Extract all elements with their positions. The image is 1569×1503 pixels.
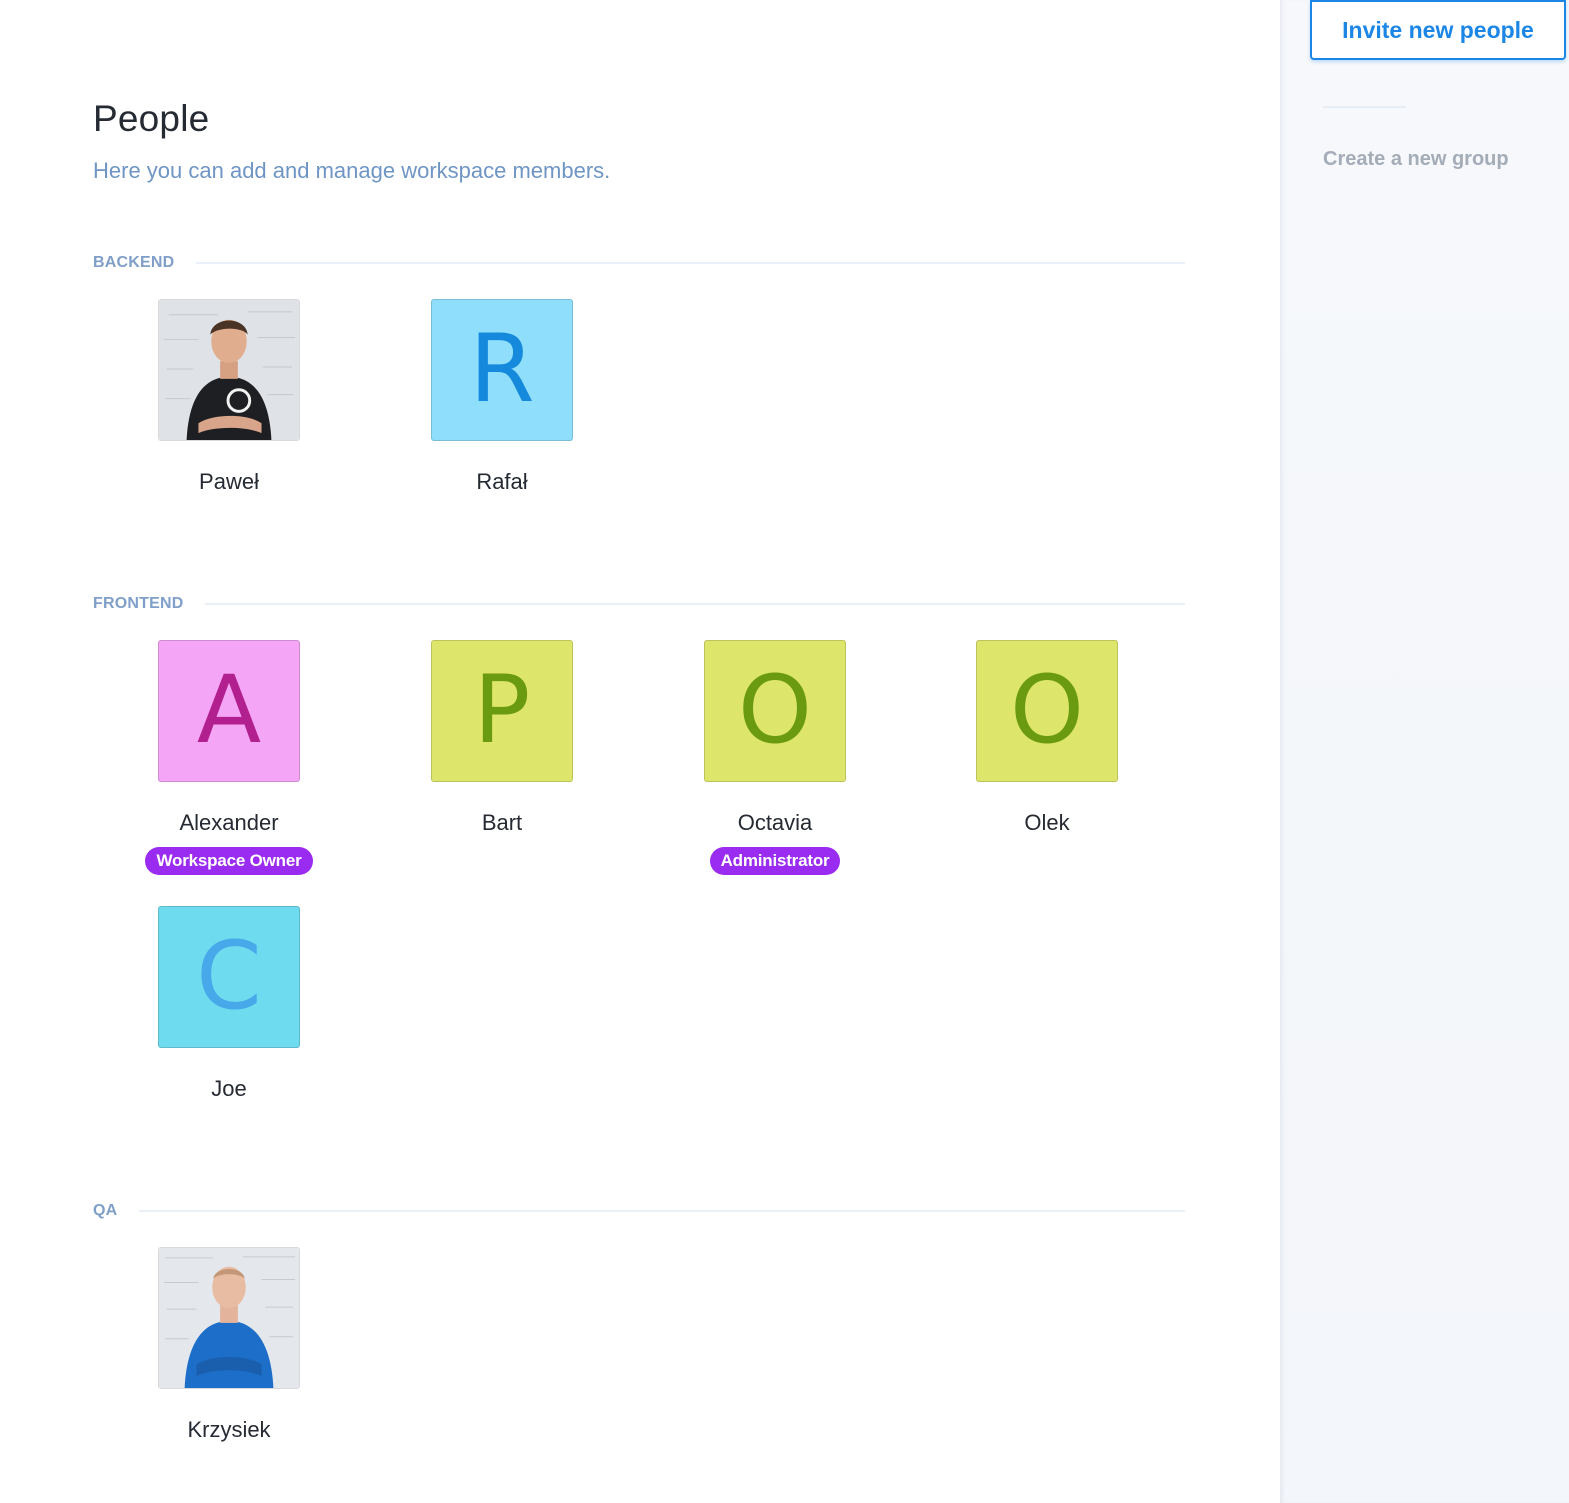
member-card-rafal[interactable]: R Rafał — [397, 299, 607, 495]
profile-photo — [159, 300, 299, 440]
avatar-letter: O — [738, 656, 812, 765]
role-badge: Administrator — [709, 847, 841, 875]
group-header: FRONTEND — [93, 592, 1185, 616]
group-name[interactable]: BACKEND — [93, 254, 197, 272]
avatar-initial[interactable]: A — [158, 640, 300, 782]
member-name: Olek — [1024, 810, 1070, 835]
member-name: Krzysiek — [187, 1417, 271, 1442]
member-name: Bart — [481, 810, 523, 835]
avatar-letter: R — [469, 315, 535, 424]
member-name: Paweł — [199, 469, 259, 494]
avatar-letter: O — [1010, 656, 1084, 765]
role-badge: Workspace Owner — [145, 847, 313, 875]
avatar-initial[interactable]: C — [158, 906, 300, 1048]
member-name: Rafał — [476, 469, 528, 494]
member-card-pawel[interactable]: Paweł — [124, 299, 334, 495]
avatar-photo[interactable] — [158, 1247, 300, 1389]
member-card-joe[interactable]: C Joe — [124, 906, 334, 1102]
group-qa: QA Krzysiek — [93, 1199, 1185, 1442]
avatar-letter: P — [473, 656, 531, 765]
member-card-krzysiek[interactable]: Krzysiek — [124, 1247, 334, 1443]
avatar-letter: C — [196, 922, 262, 1031]
sidebar-divider — [1323, 106, 1406, 108]
group-header: BACKEND — [93, 251, 1185, 275]
member-name: Alexander — [179, 810, 279, 835]
page-title: People — [93, 98, 210, 139]
member-card-alexander[interactable]: A Alexander Workspace Owner — [124, 640, 334, 875]
group-name[interactable]: FRONTEND — [93, 595, 206, 613]
invite-new-people-button[interactable]: Invite new people — [1310, 0, 1566, 60]
create-group-link[interactable]: Create a new group — [1323, 148, 1509, 171]
group-backend: BACKEND Paweł R Rafał — [93, 251, 1185, 494]
member-name: Joe — [211, 1076, 247, 1101]
avatar-initial[interactable]: R — [431, 299, 573, 441]
member-name: Octavia — [737, 810, 813, 835]
group-divider — [196, 262, 1185, 264]
member-card-bart[interactable]: P Bart — [397, 640, 607, 836]
avatar-initial[interactable]: O — [704, 640, 846, 782]
avatar-initial[interactable]: O — [976, 640, 1118, 782]
group-divider — [205, 603, 1185, 605]
group-divider — [139, 1210, 1185, 1212]
member-card-olek[interactable]: O Olek — [942, 640, 1152, 836]
profile-photo — [159, 1248, 299, 1388]
avatar-initial[interactable]: P — [431, 640, 573, 782]
page-subtitle: Here you can add and manage workspace me… — [93, 158, 611, 183]
member-card-octavia[interactable]: O Octavia Administrator — [670, 640, 880, 875]
group-name[interactable]: QA — [93, 1202, 140, 1220]
group-header: QA — [93, 1199, 1185, 1223]
main-content: People Here you can add and manage works… — [0, 0, 1280, 1503]
avatar-letter: A — [196, 656, 262, 765]
group-frontend: FRONTEND A Alexander Workspace Owner P B… — [93, 592, 1185, 1101]
sidebar: Invite new people Create a new group — [1280, 0, 1569, 1503]
avatar-photo[interactable] — [158, 299, 300, 441]
